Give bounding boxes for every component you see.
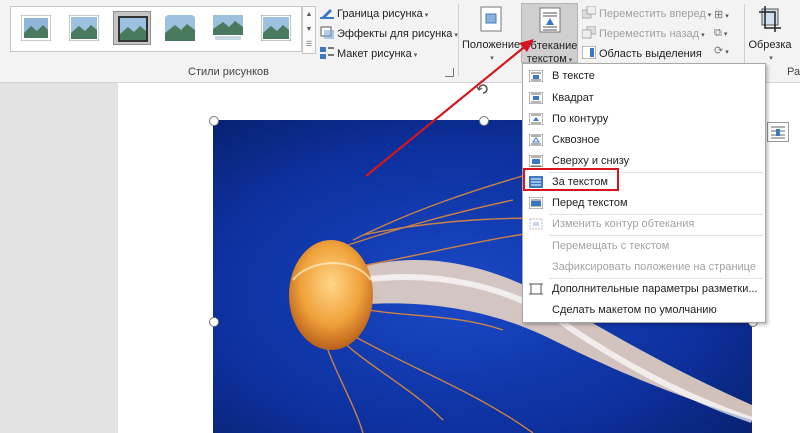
through-wrap-icon [529,134,543,146]
in-line-with-text-icon [529,70,543,82]
menu-item-label: Перед текстом [552,197,628,209]
menu-item-label: Сделать макетом по умолчанию [552,304,717,316]
document-margin [0,83,118,433]
menu-item-label: Квадрат [552,92,594,104]
arrange-small-icons: ⊞ ▾ ⧉ ▾ ⟳ ▾ [714,6,740,66]
crop-label: Обрезка [748,39,792,51]
menu-item-set-as-default-layout[interactable]: Сделать макетом по умолчанию [523,300,765,321]
picture-style-thumb[interactable] [65,11,103,45]
picture-layout-icon [320,47,334,59]
bring-forward-label: Переместить вперед [599,8,706,20]
picture-effects-icon [320,26,334,39]
menu-item-label: В тексте [552,70,595,82]
rotate-handle-icon[interactable] [476,82,490,96]
menu-item-label: Изменить контур обтекания [552,218,695,230]
align-icon[interactable]: ⊞ ▾ [714,6,740,24]
gallery-down-icon[interactable]: ▼ [303,22,315,37]
selection-pane-icon [581,45,597,60]
wrap-text-menu: В тексте Квадрат По контуру Сквозное Све… [522,63,766,323]
menu-item-label: Зафиксировать положение на странице [552,261,756,273]
menu-item-label: Сквозное [552,134,600,146]
menu-item-in-line-with-text[interactable]: В тексте [523,66,765,87]
picture-style-icon [21,15,51,41]
tight-wrap-icon [529,113,543,125]
edit-wrap-points-icon [529,218,543,230]
picture-border-button[interactable]: Граница рисунка ▾ [320,5,428,23]
resize-handle[interactable] [479,116,489,126]
selection-pane-button[interactable]: Область выделения [581,45,702,63]
send-backward-label: Переместить назад [599,28,700,40]
group-separator [458,4,459,76]
menu-item-more-layout-options[interactable]: Дополнительные параметры разметки... [523,279,765,300]
picture-style-thumb[interactable] [17,11,55,45]
highlight-box-behind-text [523,168,619,191]
menu-item-label: Дополнительные параметры разметки... [552,283,758,295]
layout-options-glyph [771,126,785,139]
chevron-down-icon: ▾ [413,52,418,59]
dialog-launcher-icon[interactable] [445,68,454,77]
top-bottom-wrap-icon [529,155,543,167]
rotate-icon[interactable]: ⟳ ▾ [714,42,740,60]
selection-pane-label: Область выделения [599,48,702,60]
picture-style-icon [69,15,99,41]
send-backward-button[interactable]: Переместить назад ▾ [581,25,705,43]
gallery-scroll[interactable]: ▲ ▼ ☰ [302,6,316,54]
more-layout-options-icon [529,283,543,295]
send-backward-icon [581,25,597,39]
resize-handle[interactable] [209,317,219,327]
menu-item-through[interactable]: Сквозное [523,130,765,151]
bring-forward-icon [581,5,597,19]
gallery-up-icon[interactable]: ▲ [303,7,315,22]
picture-style-thumb[interactable] [257,11,295,45]
chevron-down-icon: ▾ [424,12,429,19]
position-label: Положение [462,39,521,51]
position-button[interactable]: Положение ▾ [462,6,520,62]
resize-handle[interactable] [209,116,219,126]
chevron-down-icon: ▾ [701,32,705,39]
size-group-label: Раз [787,66,800,78]
crop-button[interactable]: Обрезка ▾ [748,6,792,62]
menu-item-in-front-of-text[interactable]: Перед текстом [523,193,765,214]
square-wrap-icon [529,92,543,104]
picture-style-thumb[interactable] [209,11,247,45]
picture-layout-label: Макет рисунка [337,48,412,60]
bring-forward-button[interactable]: Переместить вперед ▾ [581,5,712,23]
picture-effects-label: Эффекты для рисунка [337,28,453,40]
picture-style-icon [118,16,148,42]
picture-style-thumb-selected[interactable] [113,11,151,45]
wrap-text-icon [539,7,560,33]
menu-item-move-with-text[interactable]: Перемещать с текстом [523,236,765,257]
chevron-down-icon: ▾ [707,12,712,19]
picture-style-icon [165,15,195,41]
gallery-more-icon[interactable]: ☰ [303,37,315,52]
menu-item-tight[interactable]: По контуру [523,109,765,130]
picture-layout-button[interactable]: Макет рисунка ▾ [320,45,417,63]
menu-item-square[interactable]: Квадрат [523,88,765,109]
in-front-of-text-icon [529,197,543,209]
picture-styles-gallery [10,6,302,52]
wrap-text-label-line1: Обтекание [522,40,578,52]
menu-item-label: По контуру [552,113,609,125]
group-label-picture-styles: Стили рисунков [188,66,269,78]
picture-border-label: Граница рисунка [337,8,423,20]
menu-item-edit-wrap-points[interactable]: Изменить контур обтекания [523,214,765,235]
wrap-text-button[interactable]: Обтекание текстом ▾ [521,3,578,65]
crop-icon [759,6,781,32]
position-icon [480,6,502,32]
picture-effects-button[interactable]: Эффекты для рисунка ▾ [320,25,458,43]
picture-style-thumb[interactable] [161,11,199,45]
picture-border-icon [320,9,334,19]
picture-style-icon [213,15,243,40]
menu-item-fix-position[interactable]: Зафиксировать положение на странице [523,257,765,278]
group-icon[interactable]: ⧉ ▾ [714,24,740,42]
menu-item-label: Перемещать с текстом [552,240,670,252]
chevron-down-icon: ▾ [490,55,494,62]
layout-options-icon[interactable] [767,122,789,142]
picture-style-icon [261,15,291,41]
